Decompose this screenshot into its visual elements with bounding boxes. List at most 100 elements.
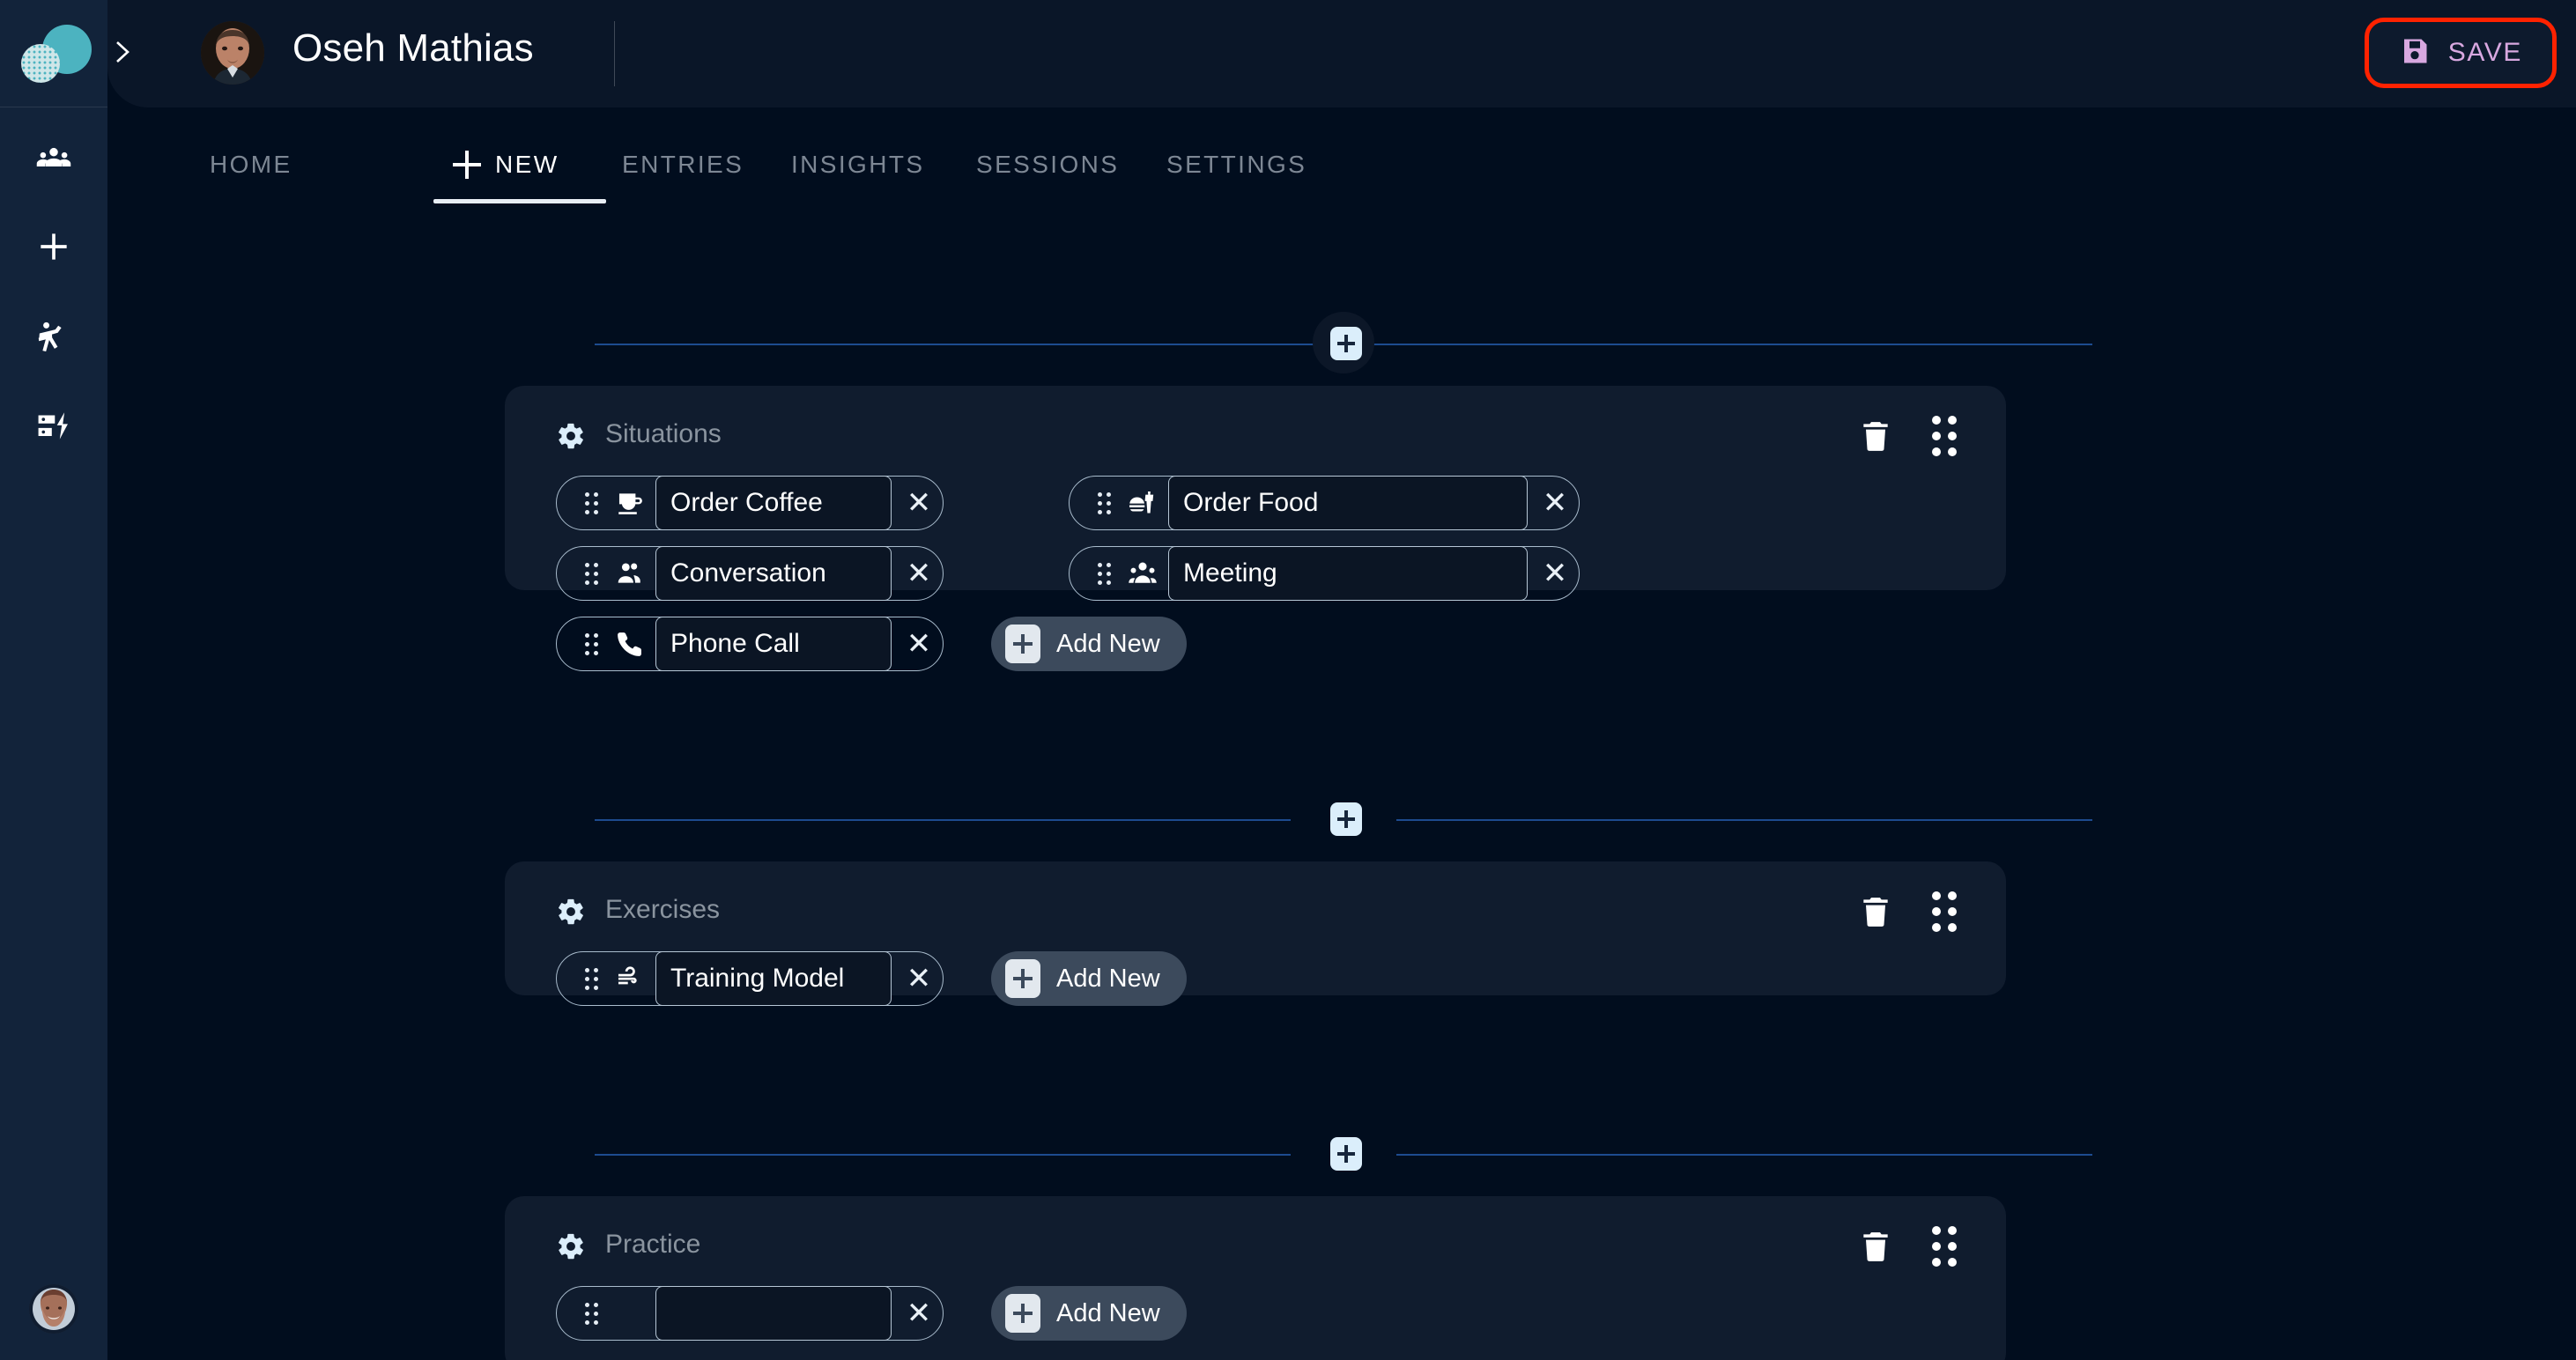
remove-item-button[interactable]: ✕ [1528,476,1582,530]
remove-item-button[interactable]: ✕ [892,476,946,530]
profile-avatar[interactable] [201,21,264,85]
add-new-label: Add New [1056,1298,1160,1327]
tab-bar: HOME NEW ENTRIES INSIGHTS SESSIONS SETTI… [107,107,2576,222]
item-name-input[interactable] [655,1286,892,1341]
remove-item-button[interactable]: ✕ [892,1286,946,1341]
fastfood-icon [1122,485,1163,521]
section-divider-3 [595,1137,2092,1171]
delete-section-button[interactable] [1858,893,1893,930]
item-row: ✕ ✕ [505,546,2006,617]
martial-arts-icon [34,317,73,360]
remove-item-button[interactable]: ✕ [892,617,946,671]
sidebar-item-quiz[interactable] [0,402,107,455]
drag-handle[interactable] [573,490,610,516]
remove-item-button[interactable]: ✕ [1528,546,1582,601]
tab-label: HOME [210,151,292,178]
divider-line [595,1154,1291,1156]
avatar[interactable] [29,1284,78,1334]
tab-label: NEW [495,151,559,178]
save-label: SAVE [2447,38,2522,67]
divider-line [1396,1154,2092,1156]
two-people-icon [610,556,650,591]
add-new-item-button-situations[interactable]: Add New [991,617,1187,671]
drag-handle[interactable] [1927,416,1962,456]
plus-square-icon [1005,1294,1040,1333]
delete-section-button[interactable] [1858,418,1893,455]
item-order-food: ✕ [1069,476,1580,530]
sidebar-item-add[interactable] [0,222,107,275]
coffee-cup-icon [610,485,650,521]
item-row: ✕ Add New [505,617,2006,687]
sidebar-item-groups[interactable] [0,132,107,185]
tab-new[interactable]: NEW [448,107,565,222]
add-new-item-button-practice[interactable]: Add New [991,1286,1187,1341]
tab-label: INSIGHTS [791,151,925,178]
add-section-button-3[interactable] [1330,1137,1362,1171]
tab-settings[interactable]: SETTINGS [1161,107,1312,222]
item-meeting: ✕ [1069,546,1580,601]
gear-icon [556,1231,586,1261]
drag-handle[interactable] [573,560,610,587]
remove-item-button[interactable]: ✕ [892,546,946,601]
groups-icon [34,137,73,181]
item-name-input[interactable] [655,617,892,671]
tab-entries[interactable]: ENTRIES [617,107,749,222]
drag-handle[interactable] [1085,490,1122,516]
logo-circle-dotted [21,44,60,83]
page-title: Oseh Mathias [292,26,534,70]
app-logo[interactable] [0,0,107,107]
card-header: Situations [505,386,2006,483]
drag-handle[interactable] [573,1300,610,1327]
drag-handle[interactable] [1927,891,1962,932]
tab-home[interactable]: HOME [204,107,298,222]
divider-line [1396,819,2092,821]
drag-handle[interactable] [1927,1226,1962,1267]
item-name-input[interactable] [1168,546,1528,601]
card-title: Situations [605,419,722,448]
section-card-exercises: Exercises ✕ Add New [505,861,2006,1006]
gear-icon [556,897,586,927]
item-name-input[interactable] [655,546,892,601]
card-rows: ✕ Add New [505,1286,2006,1356]
expand-sidebar-button[interactable] [100,32,144,76]
add-new-item-button-exercises[interactable]: Add New [991,951,1187,1006]
plus-square-icon [1005,959,1040,998]
item-row: ✕ Add New [505,951,2006,1022]
card-title: Exercises [605,895,721,924]
section-card-practice: Practice ✕ Add New [505,1196,2006,1360]
item-name-input[interactable] [655,951,892,1006]
add-section-button-2[interactable] [1330,802,1362,836]
item-conversation: ✕ [556,546,944,601]
tab-insights[interactable]: INSIGHTS [786,107,929,222]
item-icon [610,1296,650,1331]
drag-handle[interactable] [573,631,610,657]
remove-item-button[interactable]: ✕ [892,951,946,1006]
add-new-label: Add New [1056,964,1160,993]
add-section-button-1[interactable] [1330,327,1362,360]
gear-icon [556,421,586,451]
save-disk-icon [2399,35,2431,71]
divider-line [595,819,1291,821]
plus-square-icon [1005,625,1040,663]
save-button[interactable]: SAVE [2364,18,2557,88]
section-card-situations: Situations ✕ [505,386,2006,671]
tab-label: SETTINGS [1166,151,1307,178]
item-name-input[interactable] [655,476,892,530]
item-name-input[interactable] [1168,476,1528,530]
drag-handle[interactable] [573,965,610,992]
drag-handle[interactable] [1085,560,1122,587]
item-training-model: ✕ [556,951,944,1006]
delete-section-button[interactable] [1858,1228,1893,1265]
sidebar-item-practice[interactable] [0,312,107,365]
add-new-label: Add New [1056,629,1160,658]
group-people-icon [1122,556,1163,591]
quiz-flash-icon [34,407,73,450]
card-header: Exercises [505,861,2006,958]
main-content: Situations ✕ [107,222,2576,1360]
item-placeholder: ✕ [556,1286,944,1341]
card-header: Practice [505,1196,2006,1293]
plus-icon [453,151,481,179]
active-tab-underline [433,199,606,203]
card-title: Practice [605,1230,701,1259]
tab-sessions[interactable]: SESSIONS [971,107,1124,222]
